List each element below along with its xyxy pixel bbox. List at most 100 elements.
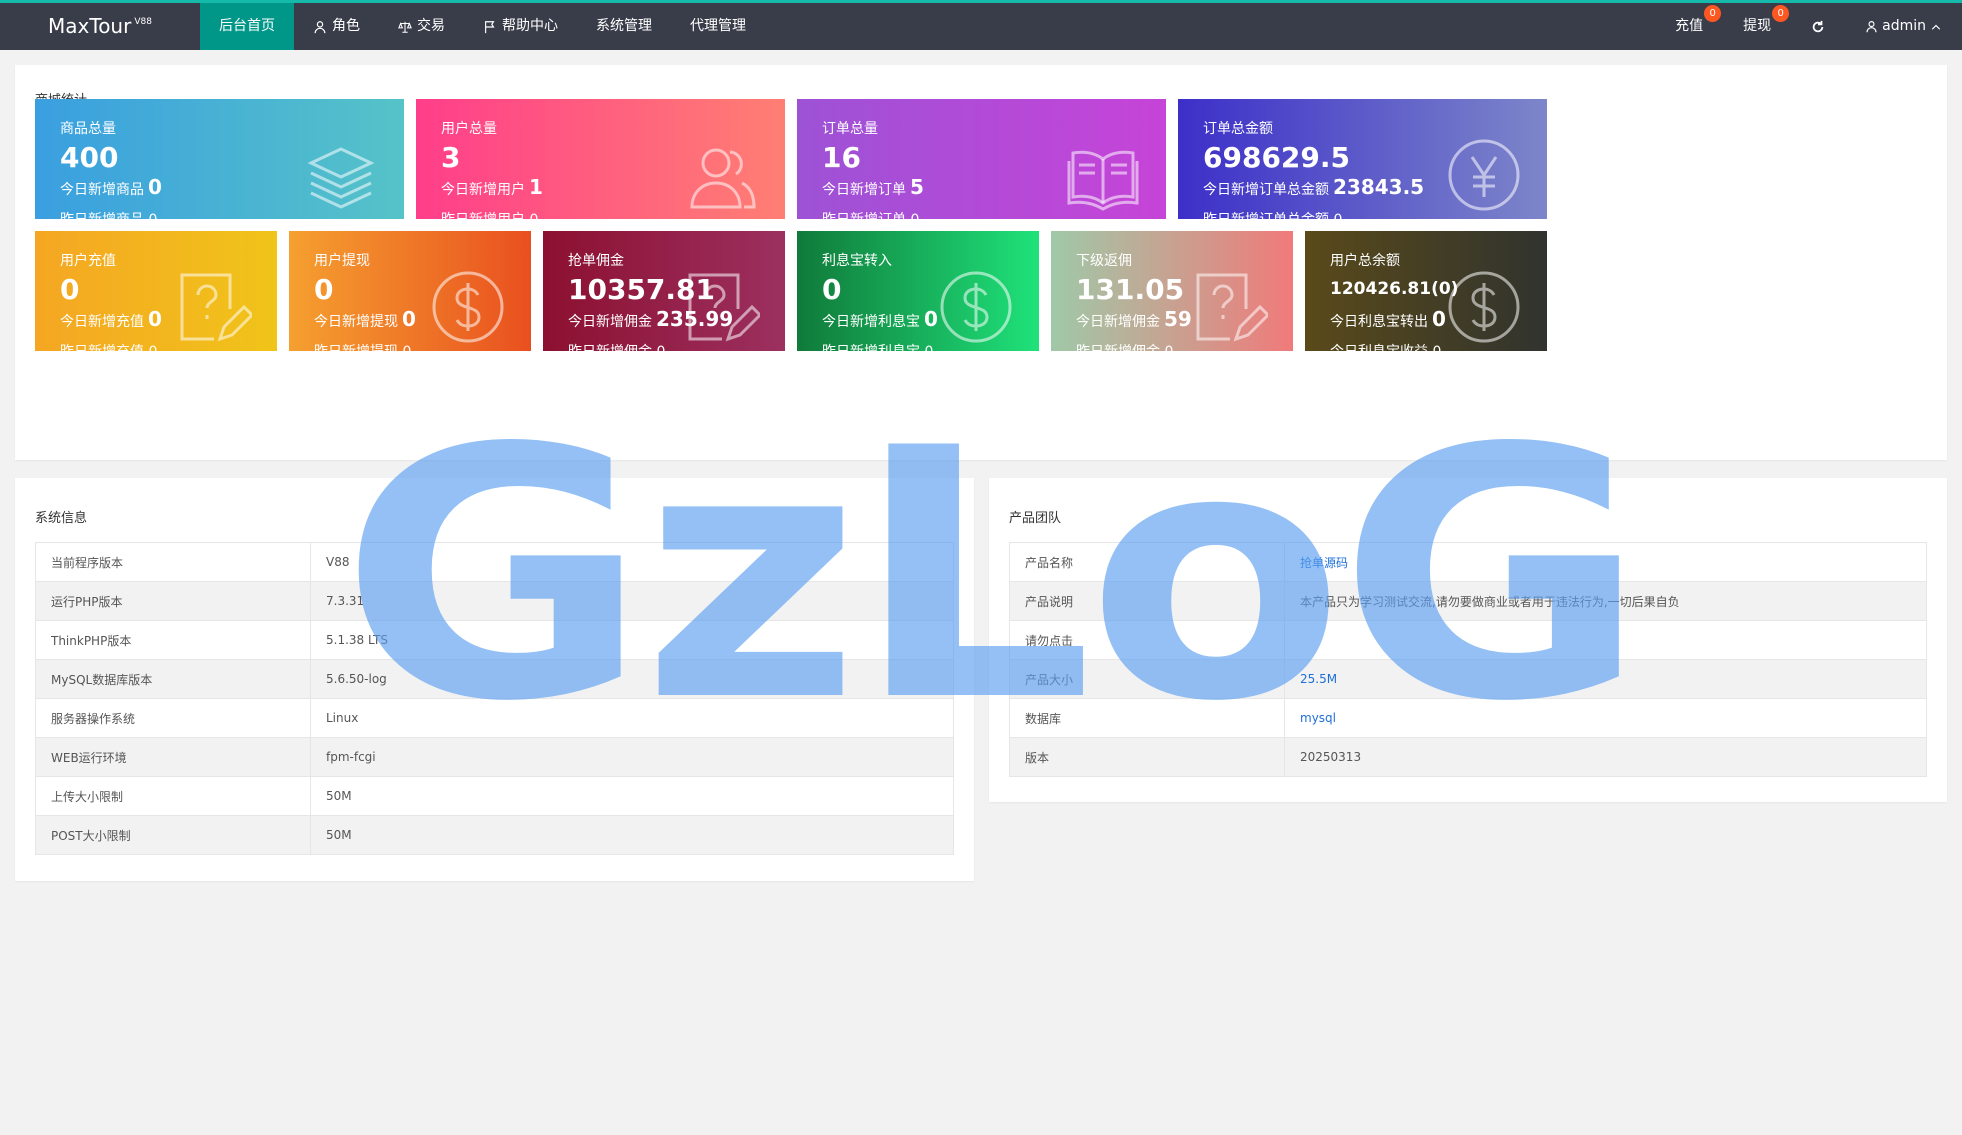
stat-card-yesterday: 昨日新增提现 0 (314, 341, 411, 351)
table-row-value: 50M (310, 776, 954, 816)
user-menu[interactable]: admin (1845, 3, 1962, 50)
question-edit-icon (684, 269, 763, 345)
stat-card-label: 用户提现 (314, 253, 370, 269)
stat-card-today-label: 今日新增佣金 (1076, 314, 1160, 330)
table-row-value[interactable]: 抢单源码 (1284, 542, 1927, 582)
question-edit-icon (176, 269, 255, 345)
flag-icon (485, 20, 495, 33)
table-row: 上传大小限制 50M (35, 776, 954, 816)
stat-card-today: 今日新增用户 1 (441, 175, 543, 199)
stat-card-yesterday: 昨日新增充值 0 (60, 341, 157, 351)
stat-card-yesterday-label: 今日利息宝收益 (1330, 344, 1428, 351)
nav-roles[interactable]: 角色 (294, 3, 379, 50)
stat-card-label: 订单总金额 (1203, 121, 1273, 137)
stat-card-yesterday: 昨日新增商品 0 (60, 209, 157, 219)
stat-card-label: 抢单佣金 (568, 253, 624, 269)
stat-card-yesterday-label: 昨日新增订单 (822, 212, 906, 219)
table-row-value: V88 (310, 542, 954, 582)
table-row-key: 产品名称 (1009, 542, 1285, 582)
stat-card-label: 商品总量 (60, 121, 116, 137)
user-icon (1866, 21, 1877, 33)
yen-icon (1446, 137, 1522, 213)
stat-card-yesterday-label: 昨日新增佣金 (1076, 344, 1160, 351)
book-icon (1065, 137, 1141, 213)
stat-card-value: 0 (822, 273, 842, 306)
recharge-button[interactable]: 充值 0 (1655, 3, 1723, 50)
table-row-key: WEB运行环境 (35, 737, 311, 777)
table-row: 服务器操作系统 Linux (35, 698, 954, 738)
nav-system-label: 系统管理 (596, 18, 652, 34)
refresh-button[interactable] (1791, 3, 1845, 50)
table-row: MySQL数据库版本 5.6.50-log (35, 659, 954, 699)
nav-home-label: 后台首页 (219, 18, 275, 34)
table-row-key: 服务器操作系统 (35, 698, 311, 738)
sysinfo-title: 系统信息 (35, 511, 88, 526)
stat-card-today: 今日利息宝转出 0 (1330, 307, 1446, 331)
stat-card-yesterday-value: 0 (148, 344, 157, 351)
table-row: 数据库 mysql (1009, 698, 1927, 738)
stat-card-yesterday-value: 0 (656, 344, 665, 351)
question-edit-icon (1192, 269, 1271, 345)
stat-card-yesterday-label: 昨日新增佣金 (568, 344, 652, 351)
table-row: 版本 20250313 (1009, 737, 1927, 777)
nav-trade[interactable]: 交易 (379, 3, 464, 50)
stat-card-yesterday-value: 0 (1164, 344, 1173, 351)
stat-card-today-value: 0 (148, 307, 162, 331)
chevron-up-icon (1931, 24, 1941, 30)
table-row-key: 产品大小 (1009, 659, 1285, 699)
stat-card: 用户充值 0 今日新增充值0 昨日新增充值 0 (35, 231, 277, 351)
table-row-value[interactable]: 25.5M (1284, 659, 1927, 699)
stat-card-today-label: 今日新增利息宝 (822, 314, 920, 330)
table-row-key: 当前程序版本 (35, 542, 311, 582)
stat-card-today-value: 0 (924, 307, 938, 331)
stat-card-today-label: 今日新增充值 (60, 314, 144, 330)
stat-card-yesterday-label: 昨日新增提现 (314, 344, 398, 351)
stat-card: 抢单佣金 10357.81 今日新增佣金235.99 昨日新增佣金 0 (543, 231, 785, 351)
withdraw-button[interactable]: 提现 0 (1723, 3, 1791, 50)
table-row-key: 请勿点击 (1009, 620, 1285, 660)
stat-card-today-label: 今日新增商品 (60, 182, 144, 198)
stat-card: 下级返佣 131.05 今日新增佣金59 昨日新增佣金 0 (1051, 231, 1293, 351)
nav-system[interactable]: 系统管理 (577, 3, 671, 50)
table-row-value[interactable]: mysql (1284, 698, 1927, 738)
withdraw-label: 提现 (1743, 18, 1772, 34)
stat-card-today-value: 0 (402, 307, 416, 331)
logo[interactable]: MaxTour V88 (0, 3, 200, 50)
stat-card-label: 用户充值 (60, 253, 116, 269)
stat-card-today-label: 今日新增佣金 (568, 314, 652, 330)
stat-card-yesterday: 昨日新增用户 0 (441, 209, 538, 219)
dollar-icon (938, 269, 1014, 345)
dollar-icon (1446, 269, 1522, 345)
stat-card-value: 0 (314, 273, 334, 306)
table-row-key: 产品说明 (1009, 581, 1285, 621)
stat-card-yesterday-value: 0 (910, 212, 919, 219)
stat-card-value: 120426.81(0) (1330, 279, 1459, 299)
main-nav: 后台首页 角色 交易 帮助中心 系统管理 代理管理 (200, 3, 765, 50)
nav-home[interactable]: 后台首页 (200, 3, 294, 50)
table-row: WEB运行环境 fpm-fcgi (35, 737, 954, 777)
table-row: 请勿点击 (1009, 620, 1927, 660)
stat-card-yesterday-label: 昨日新增订单总金额 (1203, 212, 1329, 219)
table-row: 运行PHP版本 7.3.31 (35, 581, 954, 621)
stat-card-today: 今日新增充值 0 (60, 307, 162, 331)
stat-card-yesterday: 昨日新增佣金 0 (1076, 341, 1173, 351)
table-row-value: 5.1.38 LTS (310, 620, 954, 660)
table-row-key: 版本 (1009, 737, 1285, 777)
stat-card-value: 0 (60, 273, 80, 306)
stat-card: 订单总量 16 今日新增订单5 昨日新增订单 0 (797, 99, 1166, 219)
table-row: 产品大小 25.5M (1009, 659, 1927, 699)
stat-card-yesterday-label: 昨日新增用户 (441, 212, 525, 219)
stat-card-yesterday: 昨日新增订单总金额 0 (1203, 209, 1342, 219)
stat-card-today-label: 今日新增用户 (441, 182, 525, 198)
table-row-value: 50M (310, 815, 954, 855)
stat-card-today-label: 今日利息宝转出 (1330, 314, 1428, 330)
team-title: 产品团队 (1009, 511, 1062, 526)
recharge-badge: 0 (1704, 5, 1722, 22)
table-row: POST大小限制 50M (35, 815, 954, 855)
table-row-key: 运行PHP版本 (35, 581, 311, 621)
nav-help[interactable]: 帮助中心 (464, 3, 577, 50)
users-icon (684, 137, 760, 213)
top-navbar: MaxTour V88 后台首页 角色 交易 帮助中心 系统管理 代理管理 充值 0… (0, 0, 1962, 50)
nav-agent[interactable]: 代理管理 (671, 3, 765, 50)
stat-card-today-label: 今日新增订单 (822, 182, 906, 198)
